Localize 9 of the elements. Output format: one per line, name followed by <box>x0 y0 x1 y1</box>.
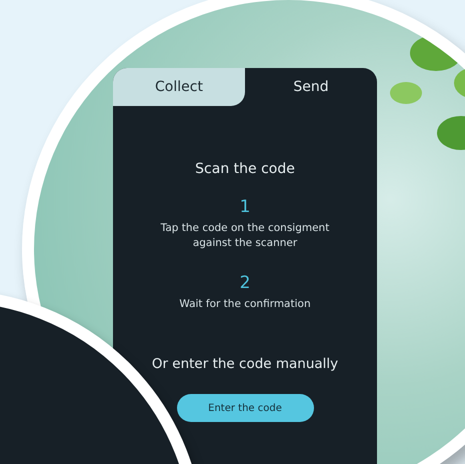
tab[interactable]: Send <box>245 68 377 106</box>
step-text: Tap the code on the consigment against the scanner <box>160 221 330 251</box>
step-number: 2 <box>240 273 250 293</box>
tab[interactable]: Collect <box>113 68 245 106</box>
step-number: 1 <box>240 197 250 217</box>
step-text: Wait for the confirmation <box>178 297 312 312</box>
enter-code-button[interactable]: Enter the code <box>176 394 314 422</box>
manual-entry-label: Or enter the code manually <box>152 356 338 372</box>
panel-title: Scan the code <box>195 161 295 177</box>
